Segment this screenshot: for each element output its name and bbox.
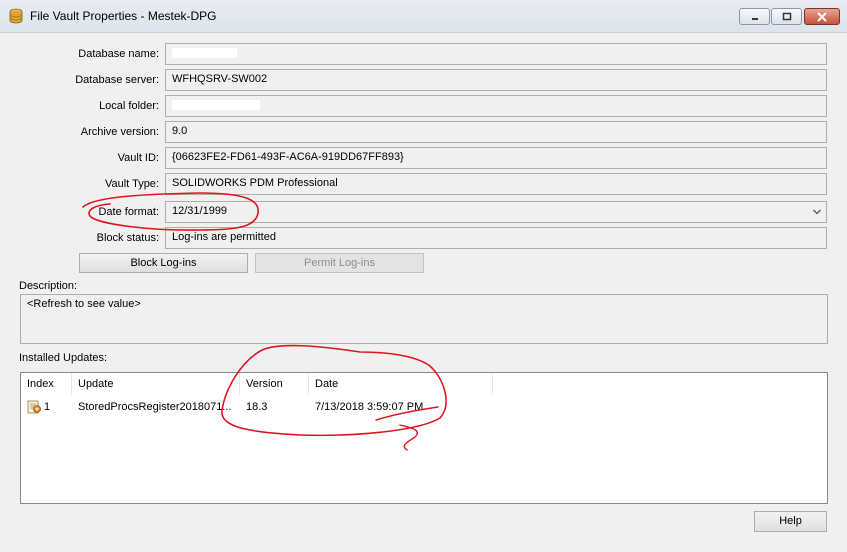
list-header: Index Update Version Date [21,373,827,395]
vault-id-label: Vault ID: [117,152,159,164]
database-server-label: Database server: [75,74,159,86]
local-folder-field[interactable] [165,95,827,117]
row-update: StoredProcsRegister2018071... [78,401,232,413]
database-name-field[interactable] [165,43,827,65]
column-header-index[interactable]: Index [21,373,72,395]
help-button[interactable]: Help [754,511,827,532]
installed-updates-label: Installed Updates: [19,352,108,364]
column-header-date[interactable]: Date [309,373,493,395]
package-update-icon [26,399,42,415]
archive-version-label: Archive version: [80,126,159,138]
archive-version-field[interactable]: 9.0 [165,121,827,143]
permit-logins-button[interactable]: Permit Log-ins [255,253,424,273]
row-index: 1 [44,401,51,413]
local-folder-label: Local folder: [99,100,159,112]
close-button[interactable] [804,8,840,25]
description-label: Description: [19,280,78,292]
block-status-field[interactable]: Log-ins are permitted [165,227,827,249]
column-header-version[interactable]: Version [240,373,309,395]
description-field[interactable]: <Refresh to see value> [20,294,828,344]
date-format-value: 12/31/1999 [172,205,228,217]
date-format-select[interactable]: 12/31/1999 [165,201,827,223]
redaction-mark [172,48,237,59]
maximize-button[interactable] [771,8,802,25]
vault-type-label: Vault Type: [104,178,159,190]
vault-id-field[interactable]: {06623FE2-FD61-493F-AC6A-919DD67FF893} [165,147,827,169]
block-logins-button[interactable]: Block Log-ins [79,253,248,273]
database-icon [8,8,24,24]
chevron-down-icon[interactable] [812,207,822,217]
minimize-icon [751,17,758,20]
close-icon [817,11,827,22]
installed-updates-list[interactable]: Index Update Version Date 1 StoredProcsR… [20,372,828,504]
minimize-button[interactable] [739,8,770,25]
row-date: 7/13/2018 3:59:07 PM [315,401,424,413]
title-bar[interactable]: File Vault Properties - Mestek-DPG [0,0,847,33]
redaction-mark [172,100,260,111]
column-header-update[interactable]: Update [72,373,240,395]
date-format-label: Date format: [98,206,159,218]
database-name-label: Database name: [78,48,159,60]
row-version: 18.3 [246,401,268,413]
table-row[interactable]: 1 StoredProcsRegister2018071... 18.3 7/1… [21,397,827,417]
database-server-field[interactable]: WFHQSRV-SW002 [165,69,827,91]
vault-type-field[interactable]: SOLIDWORKS PDM Professional [165,173,827,195]
window-title: File Vault Properties - Mestek-DPG [30,9,217,23]
maximize-icon [782,12,791,20]
block-status-label: Block status: [96,232,159,244]
